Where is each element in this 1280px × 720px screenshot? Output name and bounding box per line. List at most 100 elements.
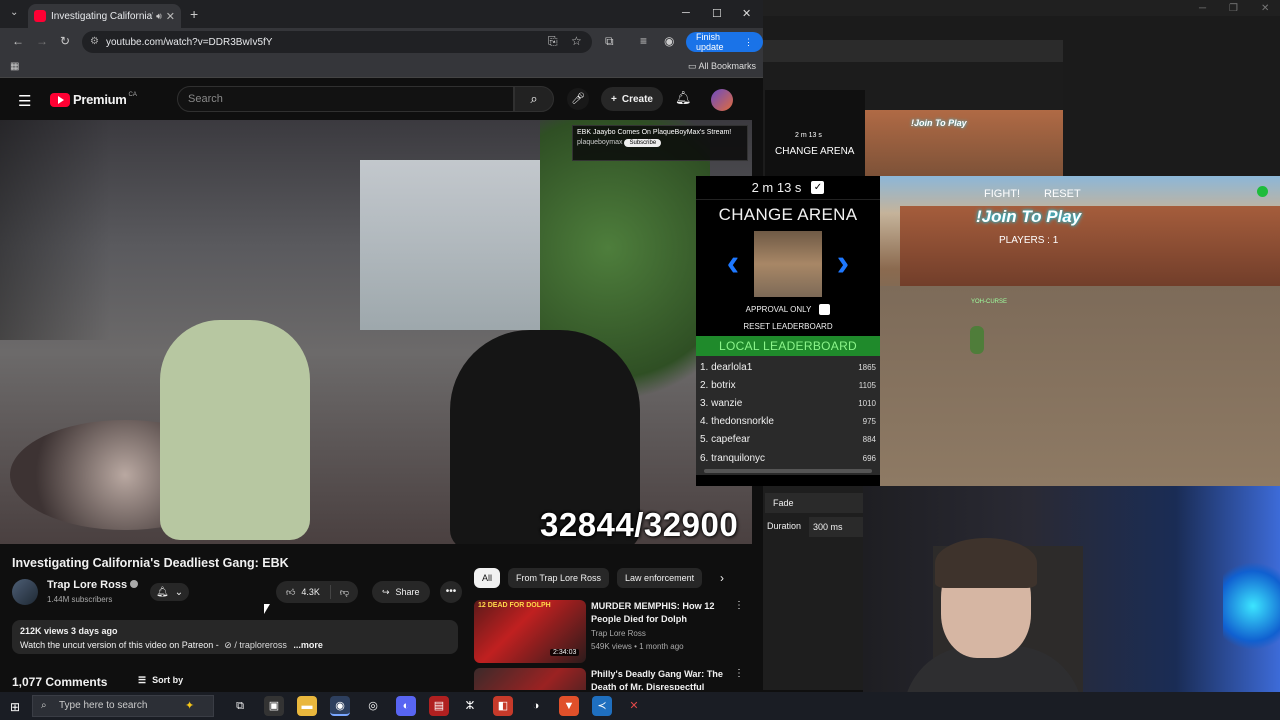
channel-name[interactable]: Trap Lore Ross xyxy=(47,579,139,591)
extensions-icon[interactable]: ⧉ xyxy=(605,34,614,49)
app-icon[interactable]: ✕ xyxy=(624,696,644,716)
leaderboard-scrollbar[interactable] xyxy=(696,467,880,476)
arena-prev-icon[interactable]: ‹ xyxy=(722,244,744,284)
install-icon[interactable]: ⎘ xyxy=(548,34,558,49)
close-icon[interactable]: ✕ xyxy=(1261,3,1269,14)
forward-icon[interactable]: → xyxy=(36,34,48,48)
apps-grid-icon[interactable]: ▦ xyxy=(10,61,19,72)
scrollbar-thumb[interactable] xyxy=(704,469,872,474)
tab-youtube[interactable]: Investigating California's De 🔊︎ ✕ xyxy=(28,4,181,28)
search-input[interactable]: Search xyxy=(177,86,514,112)
rank: 5. xyxy=(700,434,709,446)
description-box[interactable]: 212K views 3 days ago Watch the uncut ve… xyxy=(12,620,458,654)
app-icon[interactable]: ▣ xyxy=(264,696,284,716)
all-bookmarks-button[interactable]: ▭ All Bookmarks xyxy=(688,61,756,72)
approval-only-toggle[interactable]: APPROVAL ONLY xyxy=(696,304,880,315)
duration-input[interactable]: 300 ms xyxy=(809,517,863,537)
chrome-icon[interactable]: ◉ xyxy=(330,696,350,716)
app-icon[interactable]: ⵣ xyxy=(460,696,480,716)
taskbar-search[interactable]: ⌕ Type here to search ✦ xyxy=(32,695,214,717)
mini-game-preview: 2 m 13 s CHANGE ARENA xyxy=(765,90,865,176)
app-icon[interactable]: ▤ xyxy=(429,696,449,716)
video-player[interactable]: EBK Jaaybo Comes On PlaqueBoyMax's Strea… xyxy=(0,120,752,544)
close-window-icon[interactable]: ✕ xyxy=(742,7,751,20)
browser-toolbar: ← → ↻ ⚙︎ youtube.com/watch?v=DDR3BwIv5fY… xyxy=(0,28,763,56)
discord-icon[interactable]: ◐ xyxy=(396,696,416,716)
arena-next-icon[interactable]: › xyxy=(832,244,854,284)
share-button[interactable]: ↪ Share xyxy=(372,581,430,603)
show-more-link[interactable]: ...more xyxy=(293,640,323,650)
taskbar-search-placeholder: Type here to search xyxy=(59,700,148,711)
sort-by-label: Sort by xyxy=(152,675,184,685)
related-title[interactable]: Philly's Deadly Gang War: The Death of M… xyxy=(591,668,731,690)
audio-icon[interactable]: 🔊︎ xyxy=(156,11,162,22)
tab-close-icon[interactable]: ✕ xyxy=(166,10,175,23)
reset-button[interactable]: RESET xyxy=(1038,186,1087,202)
like-button[interactable]: 👍︎ 4.3K xyxy=(276,585,331,599)
user-avatar[interactable] xyxy=(711,89,733,111)
chevron-right-icon[interactable]: › xyxy=(720,571,724,585)
settings-gear-icon[interactable] xyxy=(1257,186,1268,197)
address-bar[interactable]: ⚙︎ youtube.com/watch?v=DDR3BwIv5fY xyxy=(82,31,592,53)
maximize-icon[interactable]: ☐ xyxy=(712,7,722,20)
search-button[interactable]: ⌕ xyxy=(514,86,554,112)
more-actions-button[interactable]: ••• xyxy=(440,581,462,603)
approval-only-label: APPROVAL ONLY xyxy=(745,305,812,314)
leaderboard-row: 3. wanzie 1010 xyxy=(696,394,880,412)
vscode-icon[interactable]: ≺ xyxy=(592,696,612,716)
share-label: Share xyxy=(395,587,420,597)
search-highlight-icon: ✦ xyxy=(185,700,195,712)
fight-button[interactable]: FIGHT! xyxy=(978,186,1026,202)
file-explorer-icon[interactable]: ▬ xyxy=(297,696,317,716)
youtube-logo[interactable]: Premium CA xyxy=(50,92,137,107)
brave-icon[interactable]: ▼ xyxy=(559,696,579,716)
blender-icon[interactable]: ◑ xyxy=(526,696,546,716)
create-button[interactable]: + Create xyxy=(601,87,663,111)
bookmark-star-icon[interactable]: ☆ xyxy=(571,34,582,48)
more-vert-icon[interactable]: ⋮ xyxy=(734,668,744,679)
task-view-icon[interactable]: ⧉ xyxy=(230,696,250,716)
local-leaderboard-title: LOCAL LEADERBOARD xyxy=(696,336,880,356)
related-video[interactable]: 12 DEAD FOR DOLPH 2:34:03 MURDER MEMPHIS… xyxy=(474,600,750,664)
sort-icon: ☰ xyxy=(138,675,147,685)
site-info-icon[interactable]: ⚙︎ xyxy=(90,36,99,47)
restore-icon[interactable]: ❐ xyxy=(1229,3,1238,14)
notifications-bell-icon[interactable]: 🔔︎ xyxy=(675,90,692,106)
subscription-bell-button[interactable]: 🔔︎ ⌄ xyxy=(150,583,190,601)
app-icon[interactable]: ◧ xyxy=(493,696,513,716)
finish-update-button[interactable]: Finish update ⋮ xyxy=(686,32,763,52)
leaderboard-row: 2. botrix 1105 xyxy=(696,376,880,394)
profile-icon[interactable]: ◉ xyxy=(664,34,674,48)
mouse-cursor xyxy=(264,604,270,614)
chip-all[interactable]: All xyxy=(474,568,501,588)
related-thumbnail[interactable]: 12 DEAD FOR DOLPH 2:34:03 xyxy=(474,600,586,663)
new-tab-icon[interactable]: + xyxy=(190,6,198,22)
channel-avatar[interactable] xyxy=(12,579,38,605)
minimize-icon[interactable]: ─ xyxy=(1199,3,1206,14)
create-label: Create xyxy=(621,93,653,105)
obs-icon[interactable]: ◎ xyxy=(363,696,383,716)
reload-icon[interactable]: ↻ xyxy=(60,34,70,48)
sort-by-button[interactable]: ☰ Sort by xyxy=(138,675,183,686)
menu-icon[interactable]: ☰ xyxy=(18,92,31,110)
voice-search-button[interactable]: 🎤︎ xyxy=(567,88,589,110)
description-text: Watch the uncut version of this video on… xyxy=(20,640,219,650)
chip-from-channel[interactable]: From Trap Lore Ross xyxy=(508,568,610,588)
player-score: 1105 xyxy=(858,380,876,390)
reset-leaderboard-button[interactable]: RESET LEADERBOARD xyxy=(696,322,880,331)
approval-checkbox[interactable] xyxy=(819,304,831,315)
patreon-link[interactable]: ⊘ / traploreross xyxy=(224,640,287,650)
minimize-icon[interactable]: ─ xyxy=(682,7,690,19)
dislike-button[interactable]: 👎︎ xyxy=(331,587,358,598)
related-video[interactable]: Philly's Deadly Gang War: The Death of M… xyxy=(474,668,750,690)
chip-law-enforcement[interactable]: Law enforcement xyxy=(617,568,703,588)
related-title[interactable]: MURDER MEMPHIS: How 12 People Died for D… xyxy=(591,600,731,626)
back-icon[interactable]: ← xyxy=(12,34,24,48)
timer-checkbox[interactable]: ✓ xyxy=(811,181,825,194)
transition-select[interactable]: Fade xyxy=(765,493,863,513)
more-vert-icon[interactable]: ⋮ xyxy=(734,600,744,611)
tab-search-icon[interactable]: ⌄ xyxy=(10,7,18,18)
related-thumbnail[interactable] xyxy=(474,668,586,690)
windows-start-icon[interactable]: ⊞ xyxy=(10,700,20,714)
media-icon[interactable]: ≡ xyxy=(640,34,647,48)
